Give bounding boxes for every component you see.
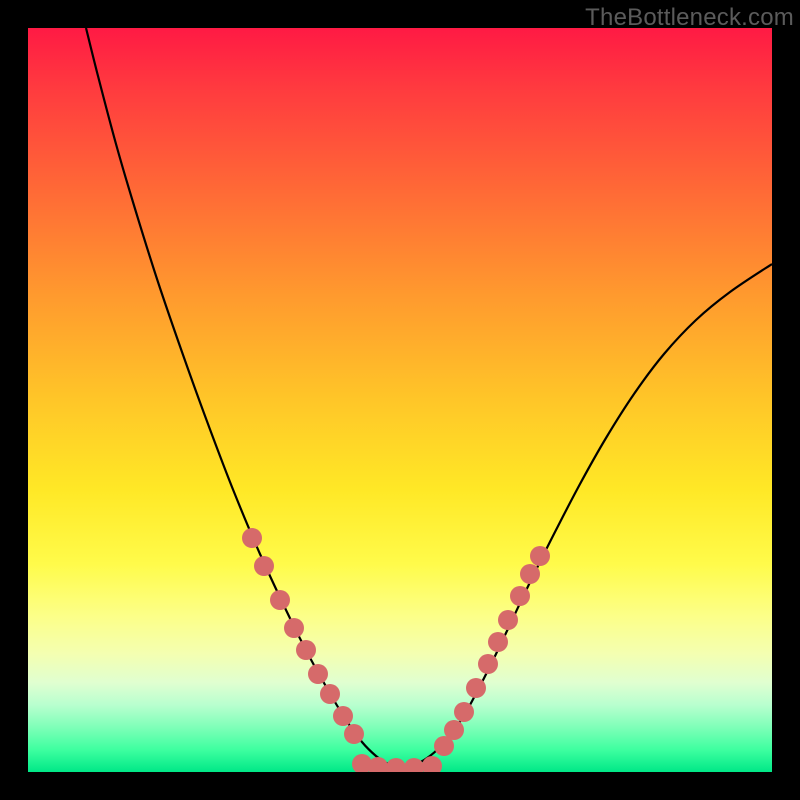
marker-dot	[466, 678, 486, 698]
marker-dot	[454, 702, 474, 722]
marker-dot	[320, 684, 340, 704]
chart-plot-area	[28, 28, 772, 772]
marker-dot	[333, 706, 353, 726]
marker-dot	[488, 632, 508, 652]
marker-dot	[254, 556, 274, 576]
marker-dot	[344, 724, 364, 744]
right-curve	[398, 264, 772, 768]
marker-dot	[478, 654, 498, 674]
left-curve	[86, 28, 398, 768]
marker-dot	[444, 720, 464, 740]
watermark-text: TheBottleneck.com	[585, 4, 794, 32]
marker-dot	[296, 640, 316, 660]
marker-dot	[308, 664, 328, 684]
marker-dot	[510, 586, 530, 606]
marker-dots	[242, 528, 550, 772]
marker-dot	[530, 546, 550, 566]
marker-dot	[404, 758, 424, 772]
marker-dot	[284, 618, 304, 638]
marker-dot	[242, 528, 262, 548]
marker-dot	[368, 757, 388, 772]
marker-dot	[270, 590, 290, 610]
chart-svg	[28, 28, 772, 772]
marker-dot	[386, 758, 406, 772]
marker-dot	[498, 610, 518, 630]
marker-dot	[520, 564, 540, 584]
